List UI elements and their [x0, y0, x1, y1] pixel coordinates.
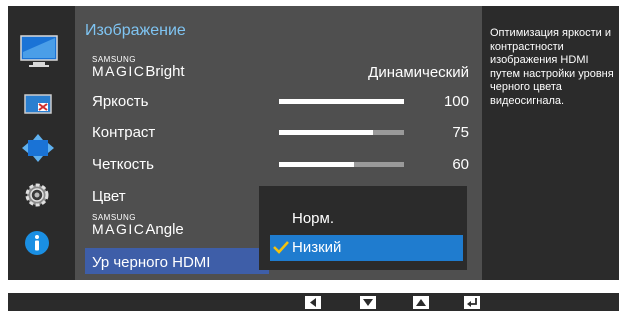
osd-window: Изображение SAMSUNG MAGICBright Динамиче…: [8, 6, 619, 280]
info-icon[interactable]: [24, 230, 50, 256]
menu-item-magic-bright[interactable]: SAMSUNG MAGICBright Динамический: [85, 56, 475, 82]
menu-item-label: Яркость: [92, 93, 149, 110]
description-text: Оптимизация яркости и контрастности изоб…: [490, 27, 614, 107]
menu-item-contrast[interactable]: Контраст 75: [85, 120, 475, 146]
menu-item-label: Ур черного HDMI: [92, 254, 211, 271]
option-label: Низкий: [292, 239, 342, 256]
slider-fill: [279, 99, 404, 104]
magic-bright-label: SAMSUNG MAGICBright: [92, 56, 185, 80]
magic-logo-text: MAGIC: [92, 221, 146, 237]
control-bar: [8, 293, 619, 311]
menu-item-label: Цвет: [92, 188, 126, 205]
enter-key-icon[interactable]: [464, 296, 480, 309]
option-low[interactable]: Низкий: [270, 235, 463, 261]
checkmark-icon: [273, 241, 289, 254]
menu-title: Изображение: [85, 22, 186, 39]
down-arrow-key-icon[interactable]: [360, 296, 376, 309]
description-panel: Оптимизация яркости и контрастности изоб…: [482, 6, 619, 280]
menu-item-label: Четкость: [92, 156, 154, 173]
slider-fill: [279, 162, 354, 167]
up-arrow-key-icon[interactable]: [413, 296, 429, 309]
sharpness-value: 60: [452, 156, 469, 173]
option-normal[interactable]: Норм.: [270, 206, 463, 232]
contrast-slider[interactable]: [279, 130, 404, 135]
slider-fill: [279, 130, 373, 135]
magic-angle-label: SAMSUNG MAGICAngle: [92, 214, 184, 238]
left-arrow-key-icon[interactable]: [305, 296, 321, 309]
menu-item-sharpness[interactable]: Четкость 60: [85, 152, 475, 178]
sharpness-slider[interactable]: [279, 162, 404, 167]
contrast-value: 75: [452, 124, 469, 141]
menu-item-brightness[interactable]: Яркость 100: [85, 89, 475, 115]
picture-menu: Изображение SAMSUNG MAGICBright Динамиче…: [75, 6, 482, 280]
menu-item-label: Bright: [145, 63, 185, 80]
menu-item-label: Контраст: [92, 124, 156, 141]
magic-bright-value: Динамический: [368, 64, 469, 81]
picture-icon[interactable]: [20, 34, 58, 70]
menu-item-hdmi-black-level[interactable]: Ур черного HDMI: [85, 248, 269, 274]
magic-logo-text: MAGIC: [92, 63, 146, 79]
sidebar: [8, 6, 75, 280]
brightness-slider[interactable]: [279, 99, 404, 104]
position-arrows-icon[interactable]: [22, 134, 54, 162]
color-screen-icon[interactable]: [24, 94, 52, 116]
option-label: Норм.: [292, 210, 334, 227]
hdmi-black-level-dropdown: Норм. Низкий: [259, 186, 467, 270]
settings-gear-icon[interactable]: [24, 182, 50, 208]
brightness-value: 100: [443, 93, 469, 110]
menu-item-label: Angle: [145, 221, 184, 238]
